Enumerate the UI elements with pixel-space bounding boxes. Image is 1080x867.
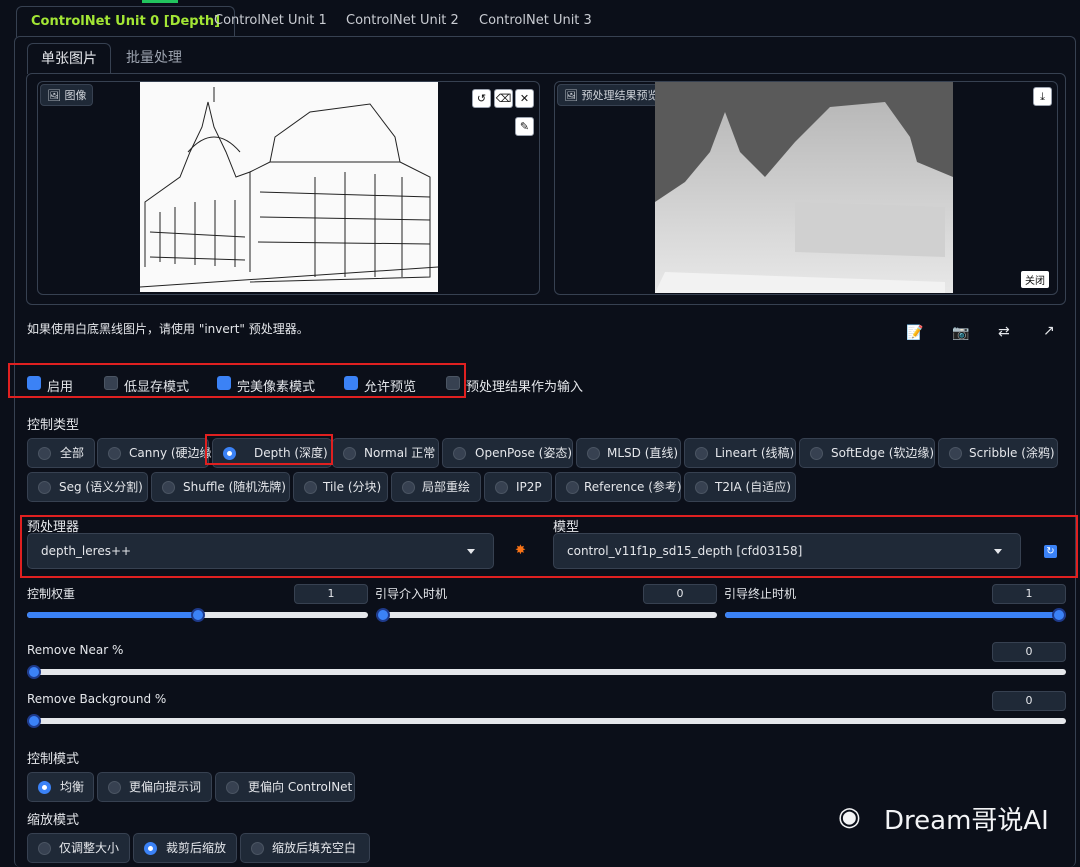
preprocessed-input-label: 预处理结果作为输入 [466,380,584,395]
preprocessor-value: depth_leres++ [41,544,132,558]
end-input[interactable]: 1 [992,584,1066,604]
weight-input[interactable]: 1 [294,584,368,604]
remove-near-slider[interactable] [27,665,1066,679]
sketch-image [140,82,438,292]
start-label: 引导介入时机 [375,587,448,601]
control-type-lineart[interactable]: Lineart (线稿) [684,438,796,468]
top-accent-bar [142,0,178,3]
chevron-down-icon [994,549,1002,554]
image-input-box[interactable]: 🖼 图像 ↺ ⌫ ✕ ✎ [37,81,540,295]
control-type-t2ia[interactable]: T2IA (自适应) [684,472,796,502]
model-value: control_v11f1p_sd15_depth [cfd03158] [567,544,803,558]
remove-bg-label: Remove Background % [27,692,167,706]
close-preview-button[interactable]: 关闭 [1021,271,1049,288]
send-icon[interactable]: ↗ [1043,323,1055,339]
control-type-tile[interactable]: Tile (分块) [293,472,388,502]
slider-thumb[interactable] [376,608,390,622]
undo-icon[interactable]: ↺ [472,89,491,108]
slider-fill [27,612,198,618]
depth-map-image [655,82,953,293]
resize-mode-crop[interactable]: 裁剪后缩放 [133,833,237,863]
control-type-softedge[interactable]: SoftEdge (软边缘) [799,438,935,468]
slider-thumb[interactable] [27,665,41,679]
enable-label: 启用 [47,380,74,395]
image-icon: 🖼 [47,89,65,102]
control-mode-prompt[interactable]: 更偏向提示词 [97,772,212,802]
chevron-down-icon [467,549,475,554]
control-type-scribble[interactable]: Scribble (涂鸦) [938,438,1058,468]
start-input[interactable]: 0 [643,584,717,604]
slider-thumb[interactable] [1052,608,1066,622]
control-type-shuffle[interactable]: Shuffle (随机洗牌) [151,472,290,502]
camera-icon[interactable]: 📷 [952,325,969,341]
brush-icon[interactable]: ✎ [515,117,534,136]
tab-batch[interactable]: 批量处理 [113,43,195,73]
control-mode-controlnet[interactable]: 更偏向 ControlNet [215,772,355,802]
preprocessed-input-checkbox[interactable] [446,376,460,390]
eraser-icon[interactable]: ⌫ [494,89,513,108]
control-type-normal[interactable]: Normal 正常 [332,438,439,468]
swap-icon[interactable]: ⇄ [998,324,1010,340]
close-icon[interactable]: ✕ [515,89,534,108]
slider-thumb[interactable] [190,608,205,622]
tab-single-image[interactable]: 单张图片 [27,43,111,74]
input-mode-tabs: 单张图片 批量处理 [27,43,227,74]
remove-bg-slider[interactable] [27,714,1066,728]
download-icon[interactable]: ⤓ [1033,87,1052,106]
end-label: 引导终止时机 [724,587,797,601]
control-type-mlsd[interactable]: MLSD (直线) [576,438,681,468]
remove-bg-input[interactable]: 0 [992,691,1066,711]
pixel-perfect-checkbox[interactable] [217,376,231,390]
lowvram-label: 低显存模式 [124,380,190,395]
preview-label: 🖼 预处理结果预览 [557,84,666,106]
remove-near-input[interactable]: 0 [992,642,1066,662]
preview-box: 🖼 预处理结果预览 ⤓ 关闭 [554,81,1058,295]
image-icon: 🖼 [564,89,582,102]
control-type-all[interactable]: 全部 [27,438,95,468]
tab-unit-3[interactable]: ControlNet Unit 3 [465,6,606,36]
allow-preview-label: 允许预览 [364,380,417,395]
preprocessor-select[interactable]: depth_leres++ [27,533,494,569]
invert-hint: 如果使用白底黑线图片，请使用 "invert" 预处理器。 [27,322,309,336]
preview-label-text: 预处理结果预览 [581,89,659,102]
control-type-reference[interactable]: Reference (参考) [555,472,682,502]
resize-mode-just-resize[interactable]: 仅调整大小 [27,833,130,863]
resize-mode-fill[interactable]: 缩放后填充空白 [240,833,370,863]
image-label: 🖼 图像 [40,84,94,106]
remove-near-label: Remove Near % [27,643,124,657]
control-type-title: 控制类型 [27,418,80,433]
weight-label: 控制权重 [27,587,76,601]
refresh-icon[interactable]: ↻ [1044,545,1057,558]
end-slider[interactable] [725,608,1066,622]
tab-unit-2[interactable]: ControlNet Unit 2 [332,6,473,36]
run-preprocessor-icon[interactable]: ✸ [515,543,526,558]
control-type-canny[interactable]: Canny (硬边缘) [97,438,216,468]
slider-thumb[interactable] [27,714,41,728]
enable-checkbox[interactable] [27,376,41,390]
start-slider[interactable] [376,608,717,622]
control-mode-title: 控制模式 [27,752,80,767]
lowvram-checkbox[interactable] [104,376,118,390]
allow-preview-checkbox[interactable] [344,376,358,390]
image-label-text: 图像 [64,89,87,102]
resize-mode-title: 缩放模式 [27,813,80,828]
control-type-seg[interactable]: Seg (语义分割) [27,472,148,502]
unit-tabs: ControlNet Unit 0 [Depth] ControlNet Uni… [14,6,614,37]
depth-highlight [205,434,333,465]
pixel-perfect-label: 完美像素模式 [237,380,316,395]
watermark-text: Dream哥说AI [884,806,1049,836]
control-type-ip2p[interactable]: IP2P [484,472,552,502]
options-row: 启用 低显存模式 完美像素模式 允许预览 预处理结果作为输入 [25,371,585,397]
control-type-inpaint[interactable]: 局部重绘 [391,472,481,502]
slider-fill [725,612,1066,618]
control-mode-balanced[interactable]: 均衡 [27,772,94,802]
note-icon[interactable]: 📝 [906,325,923,341]
wechat-icon: ◉ [838,802,861,832]
tab-unit-1[interactable]: ControlNet Unit 1 [200,6,341,36]
model-select[interactable]: control_v11f1p_sd15_depth [cfd03158] [553,533,1021,569]
weight-slider[interactable] [27,608,368,622]
control-type-openpose[interactable]: OpenPose (姿态) [442,438,573,468]
